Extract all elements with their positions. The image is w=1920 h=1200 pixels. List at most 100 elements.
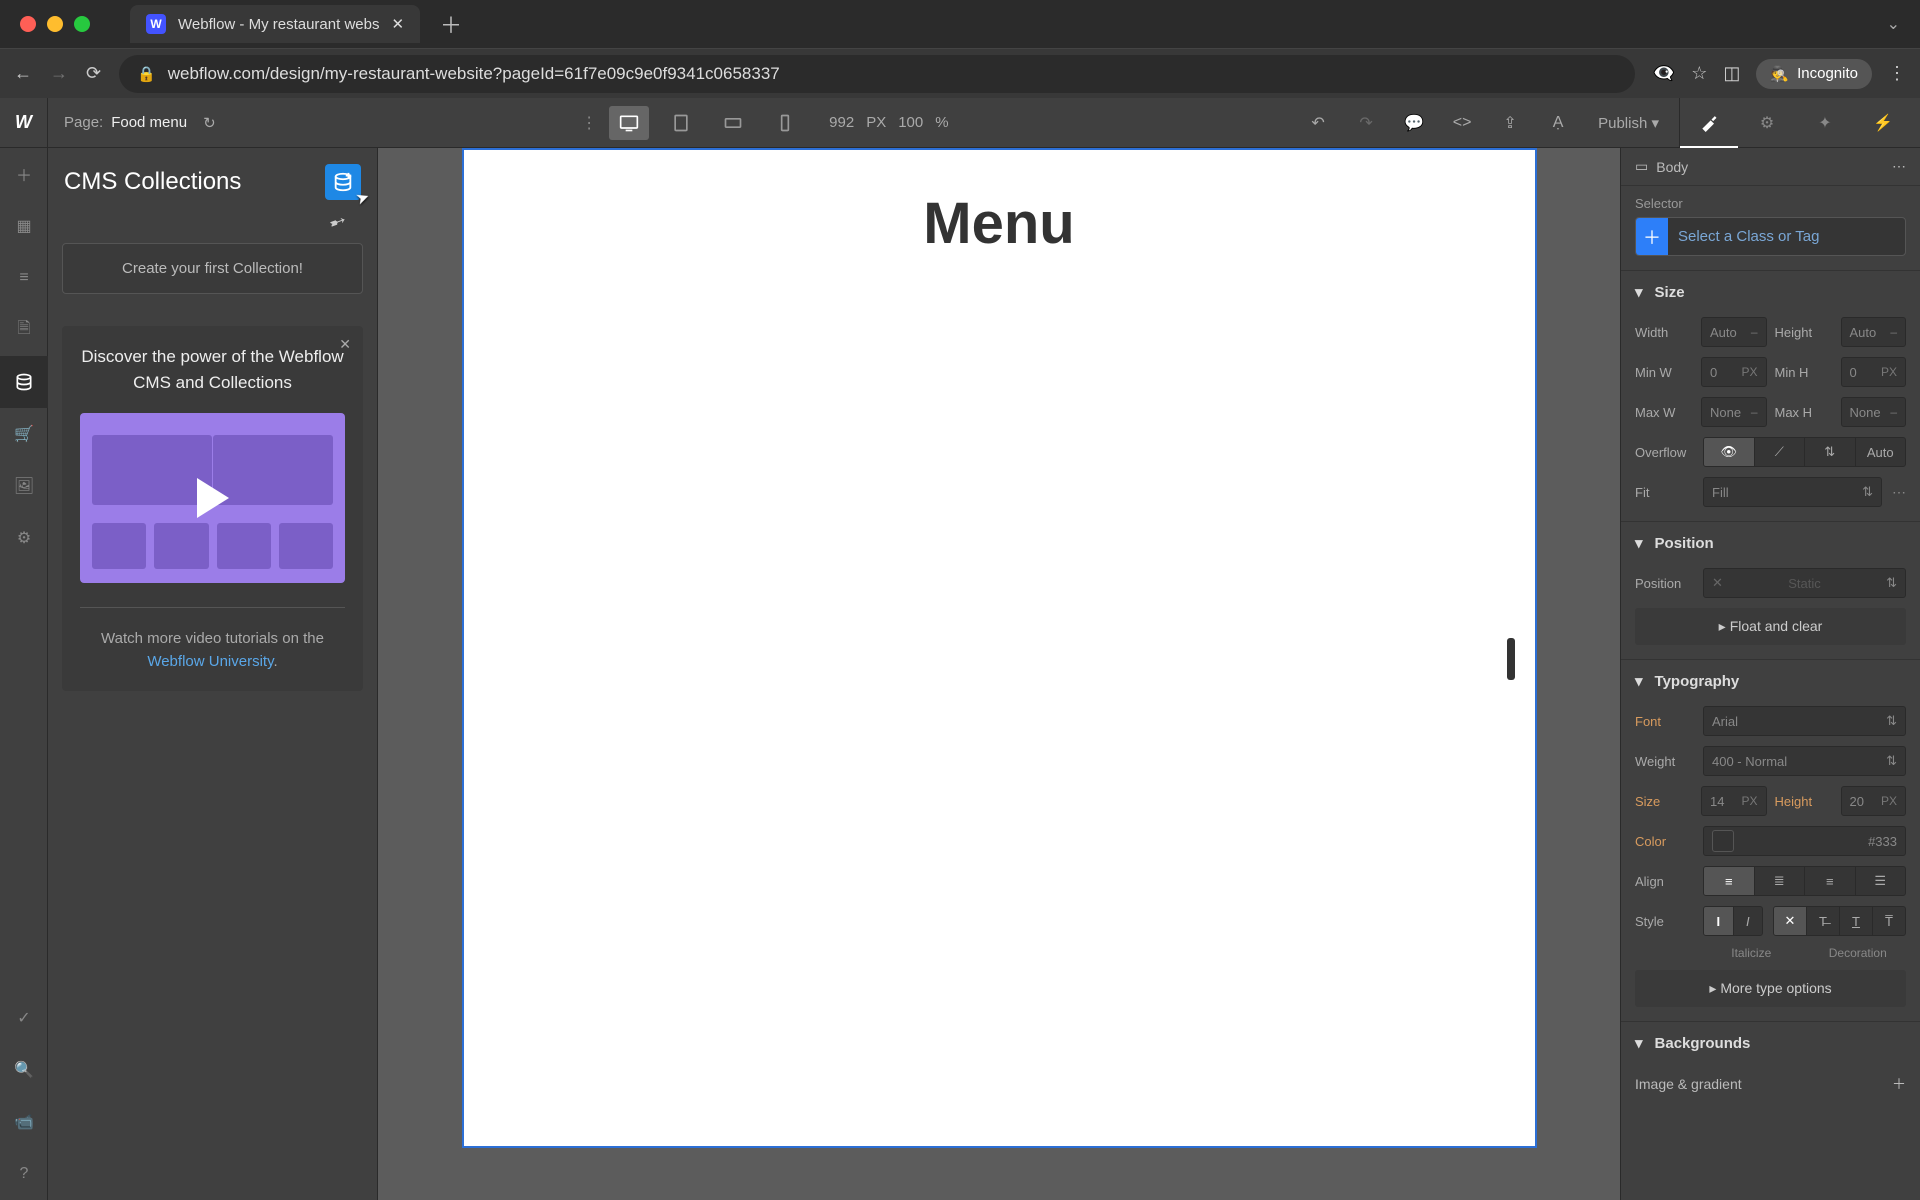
align-center-icon[interactable]: ≣ bbox=[1755, 867, 1806, 895]
help-button[interactable]: ? bbox=[0, 1148, 48, 1200]
incognito-badge[interactable]: 🕵️ Incognito bbox=[1756, 59, 1872, 89]
color-input[interactable]: #333 bbox=[1703, 826, 1906, 856]
bg-add-button[interactable]: ＋ bbox=[1892, 1074, 1906, 1094]
browser-tab[interactable]: W Webflow - My restaurant webs ✕ bbox=[130, 5, 420, 43]
position-select[interactable]: ✕ Static⇅ bbox=[1703, 568, 1906, 598]
decoration-underline-icon[interactable]: T bbox=[1840, 907, 1873, 935]
publish-button[interactable]: Publish ▾ bbox=[1586, 114, 1671, 132]
decoration-overline-icon[interactable]: T̅ bbox=[1873, 907, 1905, 935]
back-button[interactable]: ← bbox=[14, 63, 32, 84]
fit-more-icon[interactable]: ⋯ bbox=[1892, 484, 1906, 501]
audit-button[interactable]: Ạ bbox=[1538, 103, 1578, 143]
canvas-width[interactable]: 992 bbox=[829, 114, 854, 131]
overflow-hidden-icon[interactable]: ⟋ bbox=[1755, 438, 1806, 466]
incognito-eye-icon[interactable]: 👁️‍🗨️ bbox=[1653, 63, 1675, 84]
design-canvas[interactable]: Menu bbox=[378, 148, 1620, 1200]
backgrounds-header[interactable]: Backgrounds bbox=[1621, 1022, 1920, 1064]
tab-overflow-icon[interactable]: ⌄ bbox=[1887, 14, 1900, 34]
desktop-breakpoint[interactable] bbox=[609, 106, 649, 140]
overflow-scroll-icon[interactable]: ⇅ bbox=[1805, 438, 1856, 466]
new-collection-button[interactable]: ➤ bbox=[325, 164, 361, 200]
address-bar[interactable]: 🔒 webflow.com/design/my-restaurant-websi… bbox=[119, 55, 1635, 93]
ecommerce-button[interactable]: 🛒 bbox=[0, 408, 48, 460]
selector-input[interactable]: ＋ Select a Class or Tag bbox=[1635, 217, 1906, 256]
italicize-segmented[interactable]: I I bbox=[1703, 906, 1763, 936]
font-select[interactable]: Arial⇅ bbox=[1703, 706, 1906, 736]
float-clear-toggle[interactable]: Float and clear bbox=[1635, 608, 1906, 645]
promo-video-thumbnail[interactable] bbox=[80, 413, 345, 583]
weight-select[interactable]: 400 - Normal⇅ bbox=[1703, 746, 1906, 776]
decoration-none-icon[interactable]: ✕ bbox=[1774, 907, 1807, 935]
size-header[interactable]: Size bbox=[1621, 271, 1920, 313]
selector-plus-icon[interactable]: ＋ bbox=[1636, 218, 1668, 255]
tab-close-icon[interactable]: ✕ bbox=[391, 15, 404, 33]
style-panel-tab[interactable] bbox=[1680, 98, 1738, 148]
mobile-landscape-breakpoint[interactable] bbox=[713, 106, 753, 140]
canvas-resize-handle[interactable] bbox=[1507, 638, 1515, 680]
fit-select[interactable]: Fill⇅ bbox=[1703, 477, 1882, 507]
overflow-segmented[interactable]: 👁 ⟋ ⇅ Auto bbox=[1703, 437, 1906, 467]
webflow-logo[interactable]: W bbox=[0, 98, 48, 148]
create-collection-hint[interactable]: Create your first Collection! bbox=[62, 243, 363, 294]
typography-header[interactable]: Typography bbox=[1621, 660, 1920, 702]
webflow-university-link[interactable]: Webflow University bbox=[147, 653, 273, 670]
color-swatch[interactable] bbox=[1712, 830, 1734, 852]
new-tab-button[interactable]: ＋ bbox=[432, 8, 470, 40]
decoration-segmented[interactable]: ✕ T̶ T T̅ bbox=[1773, 906, 1906, 936]
align-right-icon[interactable]: ≡ bbox=[1805, 867, 1856, 895]
interactions-panel-tab[interactable]: ✦ bbox=[1796, 98, 1854, 148]
canvas-zoom[interactable]: 100 bbox=[898, 114, 923, 131]
settings-panel-tab[interactable]: ⚙ bbox=[1738, 98, 1796, 148]
selector-breadcrumb[interactable]: ▭ Body ⋯ bbox=[1621, 148, 1920, 186]
canvas-page[interactable]: Menu bbox=[462, 148, 1537, 1148]
maximize-window-button[interactable] bbox=[74, 16, 90, 32]
video-button[interactable]: 📹 bbox=[0, 1096, 48, 1148]
align-left-icon[interactable]: ≡ bbox=[1704, 867, 1755, 895]
overflow-auto[interactable]: Auto bbox=[1856, 438, 1906, 466]
redo-button[interactable]: ↷ bbox=[1346, 103, 1386, 143]
promo-close-button[interactable]: ✕ bbox=[339, 336, 351, 353]
minh-input[interactable]: 0PX bbox=[1841, 357, 1907, 387]
fontsize-input[interactable]: 14PX bbox=[1701, 786, 1767, 816]
assets-button[interactable]: 🖼 bbox=[0, 460, 48, 512]
maxw-input[interactable]: None– bbox=[1701, 397, 1767, 427]
cms-button[interactable] bbox=[0, 356, 48, 408]
page-heading[interactable]: Menu bbox=[464, 190, 1535, 257]
forward-button[interactable]: → bbox=[50, 63, 68, 84]
code-button[interactable]: <> bbox=[1442, 103, 1482, 143]
close-window-button[interactable] bbox=[20, 16, 36, 32]
undo-button[interactable]: ↶ bbox=[1298, 103, 1338, 143]
minw-input[interactable]: 0PX bbox=[1701, 357, 1767, 387]
overflow-visible-icon[interactable]: 👁 bbox=[1704, 438, 1755, 466]
comments-button[interactable]: 💬 bbox=[1394, 103, 1434, 143]
settings-rail-button[interactable]: ⚙ bbox=[0, 512, 48, 564]
width-input[interactable]: Auto– bbox=[1701, 317, 1767, 347]
add-element-button[interactable]: ＋ bbox=[0, 148, 48, 200]
effects-panel-tab[interactable]: ⚡ bbox=[1854, 98, 1912, 148]
navigator-button[interactable]: ▦ bbox=[0, 200, 48, 252]
export-button[interactable]: ⇪ bbox=[1490, 103, 1530, 143]
position-header[interactable]: Position bbox=[1621, 522, 1920, 564]
tablet-breakpoint[interactable] bbox=[661, 106, 701, 140]
sync-icon[interactable]: ↻ bbox=[203, 114, 216, 132]
bookmark-star-icon[interactable]: ☆ bbox=[1691, 63, 1707, 84]
minimize-window-button[interactable] bbox=[47, 16, 63, 32]
lineheight-input[interactable]: 20PX bbox=[1841, 786, 1907, 816]
decoration-strike-icon[interactable]: T̶ bbox=[1807, 907, 1840, 935]
sidepanel-icon[interactable]: ◫ bbox=[1723, 63, 1740, 84]
reload-button[interactable]: ⟳ bbox=[86, 63, 101, 84]
breadcrumb-more-icon[interactable]: ⋯ bbox=[1892, 158, 1906, 175]
align-segmented[interactable]: ≡ ≣ ≡ ☰ bbox=[1703, 866, 1906, 896]
italic-off-icon[interactable]: I bbox=[1704, 907, 1734, 935]
pages-button[interactable]: ≡ bbox=[0, 252, 48, 304]
components-button[interactable]: 🗎 bbox=[0, 304, 48, 356]
browser-menu-icon[interactable]: ⋮ bbox=[1888, 63, 1906, 84]
maxh-input[interactable]: None– bbox=[1841, 397, 1907, 427]
search-button[interactable]: 🔍 bbox=[0, 1044, 48, 1096]
page-selector[interactable]: Page: Food menu ↻ bbox=[48, 114, 232, 132]
more-type-options[interactable]: More type options bbox=[1635, 970, 1906, 1007]
height-input[interactable]: Auto– bbox=[1841, 317, 1907, 347]
italic-on-icon[interactable]: I bbox=[1734, 907, 1763, 935]
topbar-more-icon[interactable]: ⋮ bbox=[581, 113, 597, 133]
checkmark-button[interactable]: ✓ bbox=[0, 992, 48, 1044]
